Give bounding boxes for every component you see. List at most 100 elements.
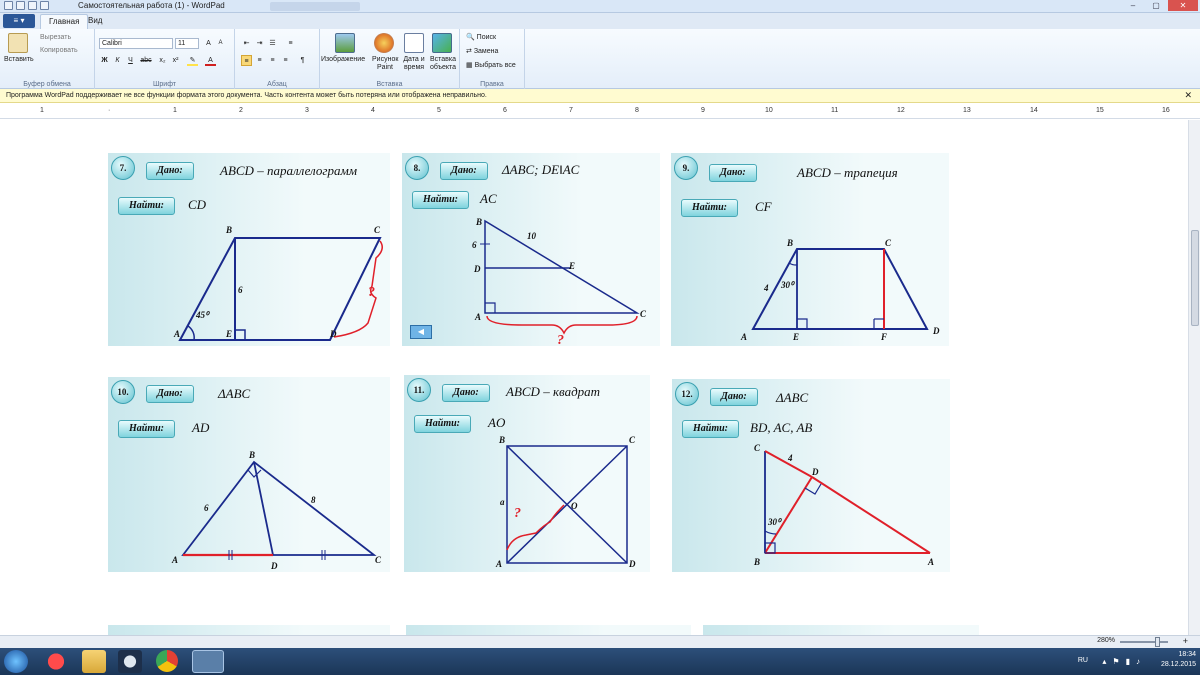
replace-label: Замена	[473, 48, 499, 55]
superscript-button[interactable]: x²	[170, 55, 181, 66]
highlight-icon[interactable]: ✎	[187, 55, 198, 66]
bold-button[interactable]: Ж	[99, 55, 110, 66]
find-button[interactable]: 🔍 Поиск	[466, 33, 496, 41]
zoom-slider[interactable]	[1120, 641, 1168, 643]
paste-icon[interactable]	[8, 33, 28, 53]
ruler-mark: 10	[765, 107, 773, 114]
save-icon[interactable]	[16, 1, 25, 10]
find-label: Найти:	[412, 191, 470, 209]
given-label: Дано:	[440, 162, 488, 180]
ruler[interactable]: 1 · 1 2 3 4 5 6 7 8 9 10 11 12 13 14 15 …	[0, 104, 1200, 119]
insert-image-button[interactable]: Изображение	[321, 56, 365, 63]
tray-icons: ▴ ⚑ ▮ ♪	[1102, 657, 1140, 666]
point-label-b: B	[786, 238, 793, 248]
font-size-select[interactable]: 11	[175, 38, 199, 49]
align-left-icon[interactable]: ≡	[241, 55, 252, 66]
paint-icon[interactable]	[374, 33, 394, 53]
given-text: ABCD – трапеция	[797, 165, 898, 180]
select-all-button[interactable]: ▦ Выбрать все	[466, 61, 516, 69]
infobar-close-button[interactable]: ✕	[1184, 89, 1192, 102]
subscript-button[interactable]: x₂	[157, 55, 168, 66]
calendar-icon[interactable]	[404, 33, 424, 53]
undo-icon[interactable]	[28, 1, 37, 10]
decrease-indent-icon[interactable]: ⇤	[241, 38, 252, 49]
bullets-icon[interactable]: ☰	[267, 38, 278, 49]
insert-paint-button[interactable]: Рисунок Paint	[372, 56, 398, 72]
vertical-scrollbar[interactable]	[1188, 120, 1200, 635]
ruler-mark: 1	[40, 107, 44, 114]
side-length-label: 4	[763, 283, 769, 293]
replace-icon: ⇄	[466, 48, 474, 55]
image-icon[interactable]	[335, 33, 355, 53]
zoom-slider-knob[interactable]	[1155, 637, 1160, 647]
wordpad-app-icon[interactable]	[4, 1, 13, 10]
find-text: CF	[755, 199, 772, 214]
task-card-7: B C A E D 6 45⁰ ? 7. Дано: ABCD – паралл…	[108, 153, 390, 346]
point-label-c: C	[885, 238, 892, 248]
align-center-icon[interactable]: ≡	[254, 55, 265, 66]
shrink-font-button[interactable]: A	[215, 38, 226, 49]
ruler-mark: 6	[503, 107, 507, 114]
point-label-c: C	[640, 309, 647, 319]
point-label-c: C	[375, 555, 382, 565]
line-spacing-icon[interactable]: ≡	[285, 38, 296, 49]
copy-button[interactable]: Копировать	[40, 47, 78, 54]
paragraph-settings-icon[interactable]: ¶	[297, 55, 308, 66]
point-label-a: A	[740, 332, 747, 342]
tray-expand-icon[interactable]: ▴	[1102, 657, 1106, 666]
flag-icon[interactable]: ⚑	[1112, 657, 1119, 666]
font-color-icon[interactable]: A	[205, 55, 216, 66]
given-label: Дано:	[146, 385, 194, 403]
given-label: Дано:	[709, 164, 757, 182]
tab-view[interactable]: Вид	[80, 14, 110, 29]
zoom-in-button[interactable]: +	[1183, 636, 1188, 646]
point-label-d: D	[932, 326, 940, 336]
strike-button[interactable]: abc	[138, 55, 154, 66]
close-button[interactable]: ✕	[1168, 0, 1198, 11]
paste-button[interactable]: Вставить	[4, 56, 34, 63]
scrollbar-thumb[interactable]	[1191, 230, 1199, 326]
triangle-figure: C D B A 4 30⁰	[753, 443, 934, 567]
italic-button[interactable]: К	[112, 55, 123, 66]
replace-button[interactable]: ⇄ Замена	[466, 47, 498, 55]
opera-icon[interactable]	[40, 650, 72, 673]
start-button-icon[interactable]	[4, 650, 28, 673]
clock[interactable]: 18:34 28.12.2015	[1161, 650, 1196, 670]
task-card-partial	[108, 625, 390, 635]
underline-button[interactable]: Ч	[125, 55, 136, 66]
redo-icon[interactable]	[40, 1, 49, 10]
ruler-mark: 15	[1096, 107, 1104, 114]
steam-icon[interactable]	[118, 650, 142, 673]
file-menu-button[interactable]: ≡ ▾	[3, 14, 35, 28]
point-label-d: D	[473, 264, 481, 274]
point-label-c: C	[374, 225, 381, 235]
given-label: Дано:	[442, 384, 490, 402]
task-number: 9.	[674, 156, 698, 180]
given-text: ΔABC	[218, 386, 251, 401]
maximize-button[interactable]: ▢	[1145, 0, 1167, 11]
grow-font-button[interactable]: A	[203, 38, 214, 49]
minimize-button[interactable]: –	[1122, 0, 1144, 11]
folder-icon[interactable]	[82, 650, 106, 673]
back-button[interactable]: ◀	[410, 325, 432, 339]
increase-indent-icon[interactable]: ⇥	[254, 38, 265, 49]
insert-object-button[interactable]: Вставка объекта	[428, 56, 458, 72]
justify-icon[interactable]: ≡	[280, 55, 291, 66]
language-indicator[interactable]: RU	[1078, 657, 1088, 664]
title-bar: Самостоятельная работа (1) - WordPad – ▢…	[0, 0, 1200, 13]
insert-datetime-button[interactable]: Дата и время	[400, 56, 428, 72]
document-area[interactable]: B C A E D 6 45⁰ ? 7. Дано: ABCD – паралл…	[0, 120, 1188, 635]
chrome-icon[interactable]	[156, 650, 178, 672]
object-icon[interactable]	[432, 33, 452, 53]
task-card-8: B D E A C 10 6 ? 8. Дано: ΔABC; DEǁAC На…	[402, 153, 660, 346]
point-label-a: A	[495, 559, 502, 569]
ruler-indent-marker[interactable]: ·	[108, 107, 110, 114]
volume-icon[interactable]: ♪	[1136, 657, 1140, 666]
font-family-select[interactable]: Calibri	[99, 38, 173, 49]
wordpad-taskbar-icon[interactable]	[192, 650, 224, 673]
cut-button[interactable]: Вырезать	[40, 34, 71, 41]
compatibility-infobar: Программа WordPad поддерживает не все фу…	[0, 89, 1200, 103]
window-controls: – ▢ ✕	[1122, 0, 1198, 11]
align-right-icon[interactable]: ≡	[267, 55, 278, 66]
network-icon[interactable]: ▮	[1126, 657, 1130, 666]
